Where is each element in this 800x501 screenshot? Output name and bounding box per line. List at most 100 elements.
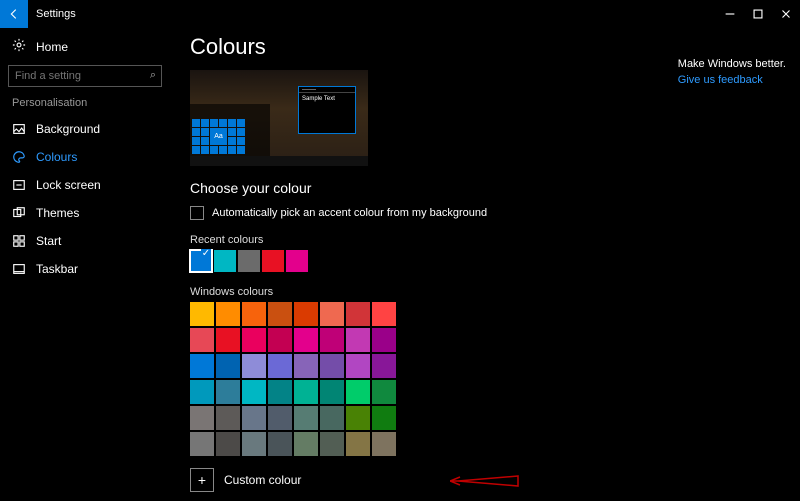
app-title: Settings: [28, 8, 76, 20]
lock-icon: [12, 178, 26, 192]
colour-swatch[interactable]: [268, 406, 292, 430]
colour-swatch[interactable]: [190, 380, 214, 404]
sidebar-item-taskbar[interactable]: Taskbar: [0, 255, 170, 283]
recent-colours-label: Recent colours: [190, 234, 800, 246]
custom-colour-row[interactable]: + Custom colour: [190, 468, 800, 492]
close-button[interactable]: [772, 0, 800, 28]
picture-icon: [12, 122, 26, 136]
recent-colour-swatch[interactable]: [214, 250, 236, 272]
recent-colour-swatch[interactable]: [238, 250, 260, 272]
plus-icon[interactable]: +: [190, 468, 214, 492]
colour-swatch[interactable]: [372, 328, 396, 352]
colour-swatch[interactable]: [242, 302, 266, 326]
preview-aa: Aa: [210, 128, 227, 145]
palette-icon: [12, 150, 26, 164]
colour-swatch[interactable]: [216, 406, 240, 430]
colour-swatch[interactable]: [242, 406, 266, 430]
colour-swatch[interactable]: [346, 406, 370, 430]
colour-swatch[interactable]: [190, 432, 214, 456]
colour-swatch[interactable]: [294, 406, 318, 430]
colour-swatch[interactable]: [216, 354, 240, 378]
checkbox-icon[interactable]: [190, 206, 204, 220]
minimize-button[interactable]: [716, 0, 744, 28]
colour-swatch[interactable]: [242, 354, 266, 378]
colour-swatch[interactable]: [320, 380, 344, 404]
colour-swatch[interactable]: [372, 432, 396, 456]
colour-swatch[interactable]: [190, 328, 214, 352]
colour-swatch[interactable]: [216, 380, 240, 404]
colour-swatch[interactable]: [346, 432, 370, 456]
colour-swatch[interactable]: [372, 354, 396, 378]
colour-swatch[interactable]: [372, 406, 396, 430]
category-header: Personalisation: [0, 97, 170, 115]
colour-swatch[interactable]: [216, 302, 240, 326]
colour-swatch[interactable]: [190, 354, 214, 378]
search-input[interactable]: [8, 65, 162, 87]
colour-swatch[interactable]: [346, 380, 370, 404]
sidebar: Home ⌕ Personalisation Background Colour…: [0, 28, 170, 501]
auto-pick-row[interactable]: Automatically pick an accent colour from…: [190, 206, 800, 220]
colour-swatch[interactable]: [346, 354, 370, 378]
preview-window: Sample Text: [298, 86, 356, 134]
colour-swatch[interactable]: [320, 354, 344, 378]
custom-colour-label: Custom colour: [224, 473, 301, 487]
colour-swatch[interactable]: [320, 328, 344, 352]
colour-swatch[interactable]: [294, 328, 318, 352]
preview-sample-text: Sample Text: [302, 96, 335, 102]
colour-swatch[interactable]: [242, 380, 266, 404]
windows-colours-label: Windows colours: [190, 286, 800, 298]
colour-swatch[interactable]: [268, 380, 292, 404]
colour-swatch[interactable]: [190, 302, 214, 326]
page-title: Colours: [190, 34, 800, 60]
colour-swatch[interactable]: [216, 432, 240, 456]
main-content: Colours Aa Sample Text Choose your colou…: [170, 28, 800, 501]
search-icon: ⌕: [150, 69, 156, 82]
maximize-button[interactable]: [744, 0, 772, 28]
colour-swatch[interactable]: [216, 328, 240, 352]
minimize-icon: [723, 7, 737, 21]
colour-swatch[interactable]: [268, 328, 292, 352]
home-nav[interactable]: Home: [0, 34, 170, 65]
colour-swatch[interactable]: [294, 380, 318, 404]
sidebar-item-background[interactable]: Background: [0, 115, 170, 143]
search-box[interactable]: ⌕: [8, 65, 162, 87]
colour-swatch[interactable]: [320, 432, 344, 456]
sidebar-item-label: Start: [36, 234, 61, 248]
recent-colour-swatch[interactable]: [262, 250, 284, 272]
back-button[interactable]: [0, 0, 28, 28]
sidebar-item-label: Taskbar: [36, 262, 78, 276]
colour-swatch[interactable]: [268, 302, 292, 326]
recent-colour-swatch[interactable]: [286, 250, 308, 272]
colour-swatch[interactable]: [190, 406, 214, 430]
colour-swatch[interactable]: [268, 354, 292, 378]
sidebar-item-colours[interactable]: Colours: [0, 143, 170, 171]
colour-swatch[interactable]: [242, 432, 266, 456]
titlebar: Settings: [0, 0, 800, 28]
colour-swatch[interactable]: [294, 432, 318, 456]
colour-swatch[interactable]: [372, 302, 396, 326]
feedback-heading: Make Windows better.: [678, 58, 786, 70]
colour-swatch[interactable]: [346, 302, 370, 326]
sidebar-item-label: Background: [36, 122, 100, 136]
windows-colours-grid: [190, 302, 800, 456]
sidebar-item-start[interactable]: Start: [0, 227, 170, 255]
section-header: Choose your colour: [190, 180, 800, 196]
sidebar-item-label: Lock screen: [36, 178, 101, 192]
colour-swatch[interactable]: [320, 406, 344, 430]
feedback-link[interactable]: Give us feedback: [678, 74, 786, 86]
sidebar-item-lockscreen[interactable]: Lock screen: [0, 171, 170, 199]
colour-swatch[interactable]: [294, 302, 318, 326]
colour-swatch[interactable]: [294, 354, 318, 378]
feedback-panel: Make Windows better. Give us feedback: [678, 58, 786, 86]
colour-swatch[interactable]: [242, 328, 266, 352]
themes-icon: [12, 206, 26, 220]
recent-colour-swatch[interactable]: [190, 250, 212, 272]
colour-swatch[interactable]: [320, 302, 344, 326]
auto-pick-label: Automatically pick an accent colour from…: [212, 207, 487, 219]
maximize-icon: [751, 7, 765, 21]
colour-swatch[interactable]: [372, 380, 396, 404]
colour-swatch[interactable]: [346, 328, 370, 352]
sidebar-item-label: Themes: [36, 206, 79, 220]
colour-swatch[interactable]: [268, 432, 292, 456]
sidebar-item-themes[interactable]: Themes: [0, 199, 170, 227]
